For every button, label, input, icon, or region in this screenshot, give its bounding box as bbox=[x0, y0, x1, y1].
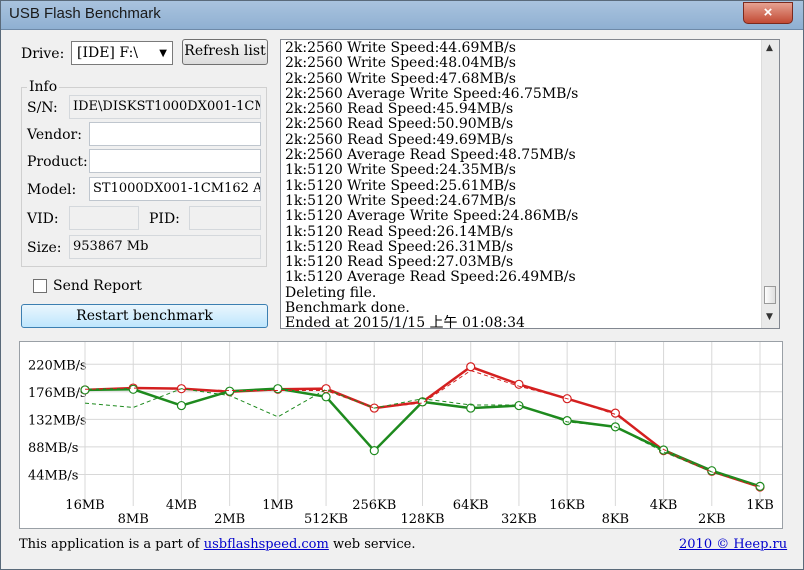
close-icon: × bbox=[763, 4, 773, 21]
log-line: 2k:2560 Write Speed:48.04MB/s bbox=[285, 55, 516, 72]
x-tick-label: 1MB bbox=[262, 498, 293, 513]
chevron-down-icon: ▼ bbox=[159, 48, 167, 59]
scroll-down-icon[interactable]: ▼ bbox=[766, 312, 773, 322]
sn-label: S/N: bbox=[27, 100, 58, 116]
refresh-list-button[interactable]: Refresh list bbox=[182, 39, 268, 65]
x-tick-label: 4MB bbox=[166, 498, 197, 513]
data-point bbox=[466, 362, 476, 372]
drive-label: Drive: bbox=[21, 46, 65, 62]
data-point bbox=[128, 384, 138, 394]
x-tick-label: 128KB bbox=[400, 512, 444, 527]
vid-field bbox=[69, 206, 139, 230]
title-bar[interactable]: USB Flash Benchmark × bbox=[1, 1, 803, 30]
log-line: 1k:5120 Read Speed:27.03MB/s bbox=[285, 254, 514, 271]
size-label: Size: bbox=[27, 240, 62, 256]
x-tick-label: 8KB bbox=[602, 512, 630, 527]
y-tick-label: 44MB/s bbox=[28, 468, 78, 483]
footer-link[interactable]: usbflashspeed.com bbox=[204, 537, 329, 552]
log-line: 2k:2560 Average Read Speed:48.75MB/s bbox=[285, 147, 576, 164]
log-line: 2k:2560 Read Speed:45.94MB/s bbox=[285, 101, 514, 118]
data-point bbox=[369, 446, 379, 456]
data-point bbox=[80, 385, 90, 395]
chart-svg: 220MB/s 176MB/s 132MB/s 88MB/s 44MB/s 16MB 8MB… bbox=[28, 342, 782, 527]
info-group-label: Info bbox=[27, 79, 60, 95]
pid-label: PID: bbox=[149, 211, 180, 227]
product-label: Product: bbox=[27, 154, 88, 170]
log-scrollbar[interactable]: ▲ ▼ bbox=[761, 40, 779, 328]
log-line: 2k:2560 Read Speed:50.90MB/s bbox=[285, 116, 514, 133]
sn-field: IDE\DISKST1000DX001-1CM bbox=[69, 95, 261, 119]
y-tick-label: 220MB/s bbox=[28, 358, 87, 373]
close-button[interactable]: × bbox=[743, 2, 793, 24]
log-line: 1k:5120 Write Speed:24.67MB/s bbox=[285, 192, 516, 209]
footer-text-before: This application is a part of bbox=[19, 537, 200, 552]
vendor-label: Vendor: bbox=[27, 127, 82, 143]
y-tick-label: 132MB/s bbox=[28, 413, 87, 428]
data-point bbox=[225, 386, 235, 396]
drive-select[interactable]: [IDE] F:\ ▼ bbox=[71, 41, 173, 65]
x-tick-label: 256KB bbox=[352, 498, 396, 513]
footer-text-after: web service. bbox=[332, 537, 416, 552]
model-label: Model: bbox=[27, 182, 77, 198]
product-field bbox=[89, 149, 261, 173]
y-tick-label: 88MB/s bbox=[28, 441, 78, 456]
log-textbox[interactable]: 2k:2560 Write Speed:44.69MB/s 2k:2560 Wri… bbox=[280, 39, 780, 329]
log-line: 1k:5120 Write Speed:25.61MB/s bbox=[285, 177, 516, 194]
y-tick-label: 176MB/s bbox=[28, 386, 87, 401]
data-point bbox=[321, 392, 331, 402]
vendor-field bbox=[89, 122, 261, 146]
x-tick-label: 2KB bbox=[698, 512, 726, 527]
scroll-thumb[interactable] bbox=[764, 286, 776, 304]
drive-select-value: [IDE] F:\ bbox=[77, 45, 138, 61]
send-report-checkbox[interactable] bbox=[33, 279, 47, 293]
data-point bbox=[176, 400, 187, 411]
log-line: 2k:2560 Average Write Speed:46.75MB/s bbox=[285, 85, 579, 102]
log-lines: 2k:2560 Write Speed:44.69MB/s 2k:2560 Wri… bbox=[285, 40, 579, 329]
log-line: 1k:5120 Read Speed:26.31MB/s bbox=[285, 238, 514, 255]
window-title: USB Flash Benchmark bbox=[9, 5, 161, 22]
log-line: 2k:2560 Write Speed:44.69MB/s bbox=[285, 40, 516, 56]
x-tick-label: 2MB bbox=[214, 512, 245, 527]
x-tick-label: 16MB bbox=[65, 498, 104, 513]
log-line: 2k:2560 Write Speed:47.68MB/s bbox=[285, 70, 516, 87]
send-report-label[interactable]: Send Report bbox=[53, 278, 142, 294]
log-line: 1k:5120 Write Speed:24.35MB/s bbox=[285, 162, 516, 179]
log-line: Deleting file. bbox=[285, 284, 377, 301]
restart-benchmark-button[interactable]: Restart benchmark bbox=[21, 304, 268, 328]
log-line: 2k:2560 Read Speed:49.69MB/s bbox=[285, 131, 514, 148]
vid-label: VID: bbox=[27, 211, 59, 227]
data-point bbox=[273, 384, 283, 394]
log-line: 1k:5120 Average Write Speed:24.86MB/s bbox=[285, 208, 579, 225]
footer-text: This application is a part of usbflashsp… bbox=[19, 537, 415, 552]
log-line: Ended at 2015/1/15 上午 01:08:34 bbox=[285, 315, 525, 329]
data-point bbox=[562, 416, 572, 426]
x-tick-label: 16KB bbox=[549, 498, 585, 513]
log-line: 1k:5120 Average Read Speed:26.49MB/s bbox=[285, 269, 576, 286]
model-field: ST1000DX001-1CM162 A bbox=[89, 177, 261, 201]
copyright-link[interactable]: 2010 © Heep.ru bbox=[679, 537, 787, 552]
pid-field bbox=[189, 206, 261, 230]
x-tick-label: 1KB bbox=[746, 498, 774, 513]
log-line: Benchmark done. bbox=[285, 300, 410, 317]
x-tick-label: 64KB bbox=[453, 498, 489, 513]
x-tick-label: 32KB bbox=[501, 512, 537, 527]
x-tick-label: 8MB bbox=[118, 512, 149, 527]
size-field: 953867 Mb bbox=[69, 235, 261, 259]
speed-chart: 220MB/s 176MB/s 132MB/s 88MB/s 44MB/s 16MB 8MB… bbox=[19, 341, 783, 529]
x-tick-label: 4KB bbox=[650, 498, 678, 513]
scroll-up-icon[interactable]: ▲ bbox=[766, 43, 773, 53]
log-line: 1k:5120 Read Speed:26.14MB/s bbox=[285, 223, 514, 240]
data-point bbox=[514, 379, 524, 389]
app-window: USB Flash Benchmark × Drive: [IDE] F:\ ▼… bbox=[0, 0, 804, 570]
x-tick-label: 512KB bbox=[304, 512, 348, 527]
